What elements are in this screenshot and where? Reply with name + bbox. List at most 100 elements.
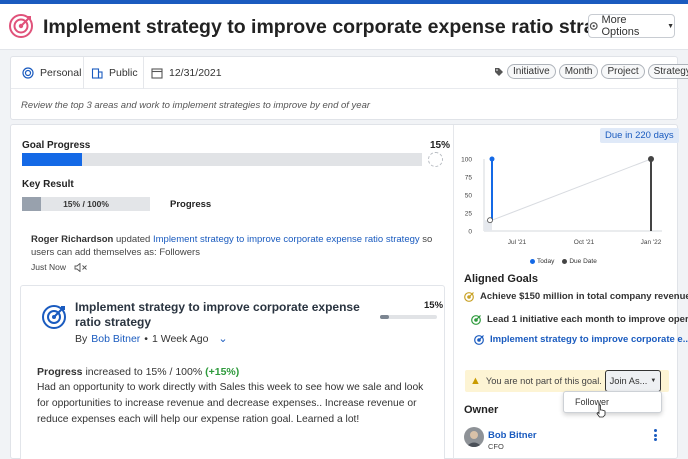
join-as-button[interactable]: Join As... ▼ — [605, 370, 661, 392]
target-icon — [471, 315, 481, 325]
aligned-goal-item[interactable]: Achieve $150 million in total company re… — [464, 291, 688, 302]
left-column: Goal Progress 15% Key Result 15% / 100% … — [11, 125, 454, 459]
update-card-percent: 15% — [424, 300, 444, 311]
meta-row: Personal Public 12/31/2021 Initiative Mo… — [11, 57, 688, 89]
access-label: Public — [109, 67, 138, 79]
y-tick-label: 75 — [465, 175, 473, 182]
main-card: Goal Progress 15% Key Result 15% / 100% … — [10, 124, 688, 459]
mute-icon[interactable] — [74, 262, 88, 272]
hand-cursor-icon — [596, 404, 606, 418]
y-tick-label: 25 — [465, 211, 473, 218]
avatar[interactable] — [464, 427, 484, 447]
progress-update-line: Progress increased to 15% / 100% (+15%) — [37, 366, 239, 378]
owner-name[interactable]: Bob Bitner — [488, 430, 537, 441]
separator: • — [144, 332, 148, 345]
access-item[interactable]: Public — [91, 57, 138, 89]
join-as-label: Join As... — [609, 376, 648, 386]
tag-chip[interactable]: Project — [601, 64, 645, 79]
key-result-value: 15% / 100% — [63, 199, 109, 209]
key-result-bar[interactable]: 15% / 100% — [22, 197, 150, 211]
key-result-metric: Progress — [170, 199, 212, 210]
progress-change: increased to 15% / 100% — [85, 366, 203, 378]
more-options-label: More Options — [601, 14, 640, 38]
x-tick-label: Oct '21 — [574, 239, 595, 246]
update-card-byline: By Bob Bitner • 1 Week Ago ⌄ — [75, 332, 228, 346]
goal-progress-label: Goal Progress — [22, 140, 91, 151]
activity-time: Just Now — [31, 262, 66, 272]
tag-chip[interactable]: Initiative — [507, 64, 556, 79]
gear-icon — [589, 22, 598, 30]
update-card: Implement strategy to improve corporate … — [20, 285, 445, 459]
target-small-icon — [22, 67, 34, 79]
x-tick-label: Jul '21 — [508, 239, 527, 246]
visibility-label: Personal — [40, 67, 82, 79]
goal-meta-card: Personal Public 12/31/2021 Initiative Mo… — [10, 56, 688, 120]
activity-user[interactable]: Roger Richardson — [31, 234, 113, 245]
legend-due: Due Date — [562, 258, 597, 265]
right-column: Due in 220 days 100 75 50 25 0 Jul '21 Oct '21… — [455, 125, 688, 459]
target-icon — [9, 14, 33, 38]
aligned-goal-item[interactable]: Lead 1 initiative each month to improve … — [471, 314, 688, 325]
join-option-follower[interactable]: Follower — [563, 391, 662, 418]
goal-progress-percent: 15% — [430, 140, 451, 151]
activity-goal-link[interactable]: Implement strategy to improve corporate … — [153, 234, 420, 245]
owner-heading: Owner — [464, 404, 499, 416]
goal-description: Review the top 3 areas and work to imple… — [21, 100, 371, 111]
update-time: 1 Week Ago — [151, 332, 209, 345]
goal-progress-fill — [22, 153, 82, 166]
warning-text: You are not part of this goal. — [485, 376, 602, 386]
page-title: Implement strategy to improve corporate … — [43, 16, 635, 38]
tag-list: Initiative Month Project Strategy — [494, 64, 688, 79]
today-value-point — [487, 217, 493, 224]
visibility-item[interactable]: Personal — [22, 57, 81, 89]
activity-action: updated — [116, 234, 151, 245]
key-result-label: Key Result — [22, 179, 74, 190]
update-card-progress-fill — [380, 315, 389, 319]
aligned-goal-label: Achieve $150 million in total company re… — [480, 291, 688, 302]
divider — [143, 57, 144, 89]
owner-role: CFO — [488, 442, 504, 451]
chevron-down-icon[interactable]: ⌄ — [218, 332, 227, 345]
activity-entry: Roger Richardson updated Implement strat… — [31, 233, 441, 259]
update-body: Had an opportunity to work directly with… — [37, 382, 424, 425]
target-icon — [474, 335, 484, 345]
tag-chip[interactable]: Strategy — [647, 64, 688, 79]
calendar-icon — [151, 68, 163, 79]
building-icon — [91, 68, 103, 79]
aligned-goals-heading: Aligned Goals — [464, 273, 538, 285]
target-icon — [42, 305, 66, 329]
target-icon — [464, 292, 474, 302]
due-marker-dot — [648, 156, 654, 162]
due-date-value: 12/31/2021 — [169, 67, 222, 79]
progress-delta: (+15%) — [205, 366, 240, 378]
author-link[interactable]: Bob Bitner — [91, 333, 140, 345]
legend-today: Today — [530, 258, 554, 265]
aligned-goal-label: Implement strategy to improve corporate … — [490, 334, 688, 345]
divider — [83, 57, 84, 89]
y-tick-label: 100 — [461, 157, 472, 164]
warning-icon: ▲ — [470, 375, 481, 387]
more-options-button[interactable]: More Options ▼ — [588, 14, 675, 38]
due-date-item[interactable]: 12/31/2021 — [151, 57, 222, 89]
caret-down-icon: ▼ — [667, 22, 674, 30]
caret-down-icon: ▼ — [650, 378, 657, 384]
progress-chart: 100 75 50 25 0 Jul '21 Oct '21 Jan '22 — [461, 156, 662, 246]
due-badge: Due in 220 days — [600, 128, 679, 143]
tag-icon — [495, 67, 503, 76]
progress-label: Progress — [37, 366, 83, 378]
kebab-menu-icon[interactable] — [654, 429, 658, 441]
chart-legend: Today Due Date — [530, 258, 597, 265]
aligned-goal-label: Lead 1 initiative each month to improve … — [487, 314, 688, 325]
activity-meta: Just Now — [31, 262, 88, 272]
trend-line — [491, 158, 652, 221]
update-card-title[interactable]: Implement strategy to improve corporate … — [75, 300, 365, 330]
page-header: Implement strategy to improve corporate … — [0, 4, 688, 50]
aligned-goal-item[interactable]: Implement strategy to improve corporate … — [474, 334, 688, 345]
x-tick-label: Jan '22 — [641, 239, 662, 246]
tag-chip[interactable]: Month — [558, 64, 599, 79]
update-card-progress-bar — [380, 315, 437, 319]
goal-progress-bar — [22, 153, 422, 166]
today-marker-dot — [489, 156, 495, 162]
pending-circle-icon — [428, 152, 443, 167]
y-tick-label: 0 — [468, 229, 472, 236]
